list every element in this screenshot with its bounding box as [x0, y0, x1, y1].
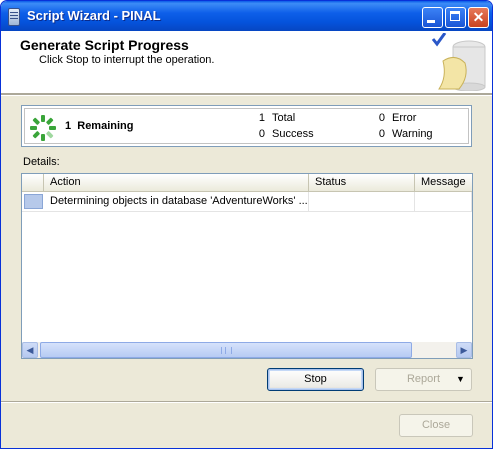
success-label: Success [272, 128, 314, 140]
title-bar[interactable]: Script Wizard - PINAL ✕ [1, 1, 492, 31]
warning-label: Warning [392, 128, 433, 140]
dropdown-arrow-icon: ▼ [456, 374, 465, 384]
progress-summary: 1 Remaining 1 Total 0 Success 0 Error 0 … [21, 105, 472, 147]
stop-button[interactable]: Stop [267, 368, 364, 391]
progress-spinner-icon [30, 115, 56, 141]
table-row[interactable]: Determining objects in database 'Adventu… [22, 192, 472, 212]
column-header-message[interactable]: Message [415, 174, 472, 191]
scroll-left-button[interactable]: ◀ [22, 342, 38, 358]
total-label: Total [272, 112, 296, 124]
column-header-status[interactable]: Status [309, 174, 415, 191]
success-count: 0 [258, 128, 265, 140]
page-title: Generate Script Progress [20, 37, 189, 53]
column-header-action[interactable]: Action [44, 174, 309, 191]
close-icon: ✕ [472, 9, 485, 25]
minimize-icon [427, 20, 435, 23]
report-label: Report [406, 373, 441, 385]
header-separator [1, 94, 492, 96]
error-label: Error [392, 112, 417, 124]
details-label: Details: [23, 156, 60, 168]
warning-count: 0 [378, 128, 385, 140]
script-wizard-window: Script Wizard - PINAL ✕ Generate Script … [0, 0, 493, 449]
message-cell [415, 192, 472, 211]
report-button[interactable]: Report ▼ [375, 368, 472, 391]
page-subtitle: Click Stop to interrupt the operation. [39, 54, 215, 66]
horizontal-scrollbar[interactable]: ◀ ▶ [22, 342, 472, 358]
wizard-header: Generate Script Progress Click Stop to i… [1, 31, 492, 94]
status-cell [309, 192, 415, 211]
details-grid[interactable]: Action Status Message Determining object… [21, 173, 473, 359]
maximize-icon [450, 11, 460, 21]
minimize-button[interactable] [422, 7, 443, 28]
row-selector[interactable] [24, 194, 43, 209]
remaining-count: 1 Remaining [65, 120, 134, 132]
chevron-right-icon: ▶ [460, 345, 468, 355]
grid-header: Action Status Message [22, 174, 472, 192]
footer-separator [1, 401, 492, 403]
maximize-button[interactable] [445, 7, 466, 28]
scroll-right-button[interactable]: ▶ [456, 342, 472, 358]
close-button[interactable]: Close [399, 414, 473, 437]
script-document-icon [8, 8, 20, 26]
close-window-button[interactable]: ✕ [468, 7, 489, 28]
total-count: 1 [258, 112, 265, 124]
scrollbar-thumb[interactable] [40, 342, 412, 358]
grip-icon [221, 347, 232, 354]
error-count: 0 [378, 112, 385, 124]
chevron-left-icon: ◀ [26, 345, 34, 355]
row-header-column[interactable] [22, 174, 44, 191]
window-title: Script Wizard - PINAL [27, 8, 161, 23]
wizard-scroll-icon [431, 33, 486, 91]
action-cell: Determining objects in database 'Adventu… [44, 192, 309, 211]
